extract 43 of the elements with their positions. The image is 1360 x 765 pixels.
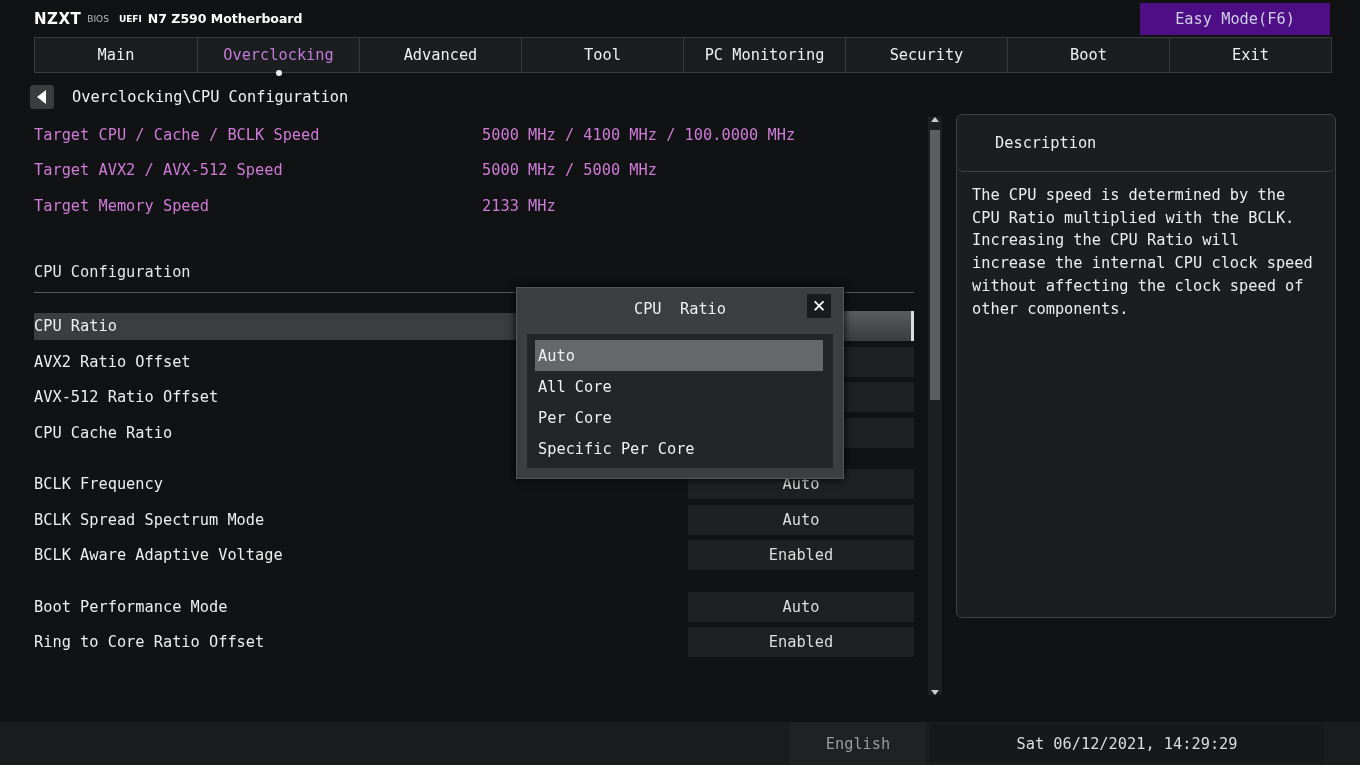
description-title: Description [995, 134, 1097, 152]
menu-tab[interactable]: PC Monitoring [683, 38, 845, 72]
option-item[interactable]: Auto [535, 340, 823, 371]
menu-tab[interactable]: Boot [1007, 38, 1169, 72]
uefi-label: UEFI [118, 13, 142, 24]
menu-tab[interactable]: Tool [521, 38, 683, 72]
menu-tab[interactable]: Security [845, 38, 1007, 72]
info-value: 5000 MHz / 5000 MHz [482, 161, 657, 180]
info-label: Target CPU / Cache / BCLK Speed [34, 125, 321, 144]
description-text: The CPU speed is determined by the CPU Ratio multiplied with the BCLK. Increasing the CPU Ratio will increase the internal CPU clock speed without affecting the clock speed of other components. [972, 185, 1314, 320]
setting-label[interactable]: Ring to Core Ratio Offset [34, 628, 690, 656]
info-label: Target AVX2 / AVX-512 Speed [34, 161, 284, 180]
back-icon [37, 90, 47, 104]
setting-value[interactable]: Enabled [688, 540, 914, 571]
option-item[interactable]: Per Core [535, 402, 823, 433]
board-name: N7 Z590 Motherboard [147, 11, 303, 26]
info-value: 2133 MHz [482, 196, 556, 215]
menu-tab[interactable]: Advanced [359, 38, 521, 72]
setting-label[interactable]: Boot Performance Mode [34, 593, 690, 621]
language-selector[interactable]: English [790, 722, 926, 765]
close-button[interactable]: ✕ [807, 294, 831, 318]
setting-value[interactable]: Auto [688, 504, 914, 535]
info-value: 5000 MHz / 4100 MHz / 100.0000 MHz [482, 125, 796, 144]
easy-mode-button[interactable]: Easy Mode(F6) [1140, 3, 1330, 35]
setting-label[interactable]: BCLK Aware Adaptive Voltage [34, 541, 690, 569]
menu-tab[interactable]: Main [35, 38, 197, 72]
back-button[interactable] [30, 85, 54, 109]
setting-label[interactable]: BCLK Spread Spectrum Mode [34, 506, 690, 534]
setting-value[interactable]: Enabled [688, 627, 914, 658]
section-title: CPU Configuration [34, 262, 191, 281]
scrollbar[interactable] [928, 117, 942, 695]
breadcrumb: Overclocking\CPU Configuration [72, 88, 349, 106]
menu-tab[interactable]: Exit [1169, 38, 1331, 72]
scroll-down-icon[interactable] [931, 690, 939, 695]
setting-value[interactable]: Auto [688, 591, 914, 622]
option-item[interactable]: Specific Per Core [535, 433, 823, 464]
option-item[interactable]: All Core [535, 371, 823, 402]
info-label: Target Memory Speed [34, 196, 210, 215]
date-time: Sat 06/12/2021, 14:29:29 [930, 724, 1324, 763]
scroll-up-icon[interactable] [931, 117, 939, 122]
setting-label[interactable]: BCLK Frequency [34, 470, 690, 498]
bios-label: BIOS [87, 13, 109, 24]
brand-logo: NZXT [34, 9, 82, 28]
